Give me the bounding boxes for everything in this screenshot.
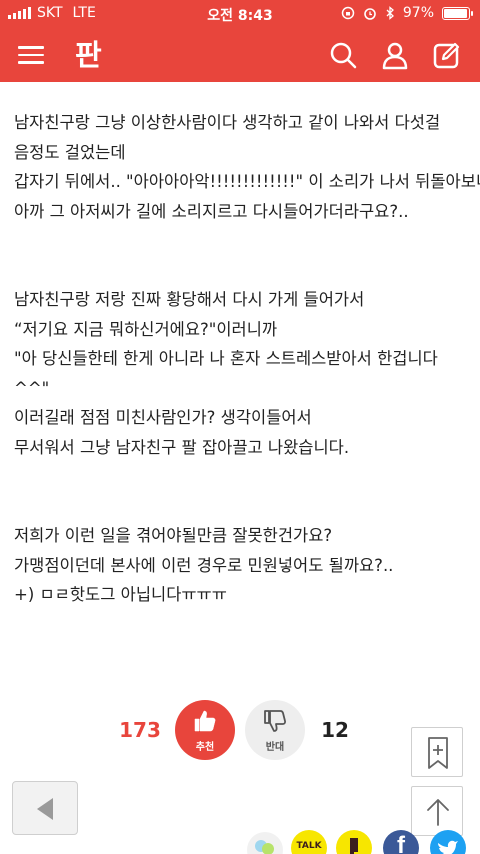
upvote-label: 추천 xyxy=(195,742,215,753)
battery-icon xyxy=(442,6,473,20)
bookmark-add-icon xyxy=(428,737,448,769)
downvote-label: 반대 xyxy=(265,742,285,753)
write-icon[interactable] xyxy=(432,40,462,70)
header-actions xyxy=(328,40,462,70)
vote-bar: 173 추천 반대 12 xyxy=(0,700,480,764)
article-line: 저희가 이런 일을 겪어야될만큼 잘못한건가요? xyxy=(14,526,333,545)
article-line: 남자친구랑 그냥 이상한사람이다 생각하고 같이 나와서 다섯걸 xyxy=(14,113,441,132)
kakao-talk-button[interactable]: TALK xyxy=(291,830,327,854)
article-line: 아까 그 아저씨가 길에 소리지르고 다시들어가더라구요?.. xyxy=(14,201,409,221)
thumbs-down-icon xyxy=(264,710,287,732)
upvote-button[interactable]: 추천 xyxy=(175,700,235,760)
kakao-talk-label: TALK xyxy=(296,841,322,851)
upvote-count: 173 xyxy=(119,718,161,742)
twitter-icon xyxy=(438,840,458,854)
article-line: ^^" xyxy=(14,378,50,398)
app-header: 판 xyxy=(0,28,480,82)
thumbs-up-icon xyxy=(194,710,216,732)
bluetooth-icon xyxy=(386,6,394,20)
facebook-label: f xyxy=(397,832,405,854)
status-right: 97% xyxy=(341,5,473,21)
article-line: 가맹점이던데 본사에 이런 경우로 민원넣어도 될까요?.. xyxy=(14,555,394,575)
profile-icon[interactable] xyxy=(380,40,410,70)
article-line: "아 당신들한테 한게 아니라 나 혼자 스트레스받아서 한겁니다 xyxy=(14,349,438,368)
battery-percent: 97% xyxy=(402,5,434,21)
article-line: 음정도 걸었는데 xyxy=(14,142,126,162)
twitter-button[interactable] xyxy=(430,830,466,854)
article-line xyxy=(14,256,470,286)
share-line-button[interactable] xyxy=(247,832,283,854)
article-body: 남자친구랑 그냥 이상한사람이다 생각하고 같이 나와서 다섯걸 음정도 걸었는… xyxy=(14,108,480,610)
status-bar: SKT LTE 오전 8:43 97% xyxy=(0,0,480,28)
downvote-count: 12 xyxy=(321,718,349,742)
kakao-story-icon xyxy=(350,838,358,854)
article-line xyxy=(14,226,470,256)
article-line: 갑자기 뒤에서.. "아아아아악!!!!!!!!!!!!!" 이 소리가 나서 … xyxy=(14,172,480,191)
article-line: 남자친구랑 저랑 진짜 황당해서 다시 가게 들어가서 xyxy=(14,290,365,309)
article-line: 무서워서 그냥 남자친구 팔 잡아끌고 나왔습니다. xyxy=(14,437,350,457)
search-icon[interactable] xyxy=(328,40,358,70)
article-line xyxy=(14,462,470,492)
kakao-story-button[interactable] xyxy=(336,830,372,854)
bookmark-button[interactable] xyxy=(411,727,463,777)
rotation-lock-icon xyxy=(341,6,355,20)
battery-fill xyxy=(444,8,468,18)
share-bar: TALK f xyxy=(0,826,480,854)
menu-button[interactable] xyxy=(18,42,44,68)
article-line: +) ㅁㄹ핫도그 아닙니다ㅠㅠㅠ xyxy=(14,585,227,604)
share-circle-icon xyxy=(255,840,274,854)
article-line xyxy=(14,492,470,522)
app-logo[interactable]: 판 xyxy=(73,37,104,73)
facebook-button[interactable]: f xyxy=(383,830,419,854)
downvote-button[interactable]: 반대 xyxy=(245,700,305,760)
article-line: “저기요 지금 뭐하신거에요?"이러니까 xyxy=(14,319,278,339)
alarm-icon xyxy=(364,8,376,20)
article-line: 이러길래 점점 미친사람인가? 생각이들어서 xyxy=(14,408,312,427)
